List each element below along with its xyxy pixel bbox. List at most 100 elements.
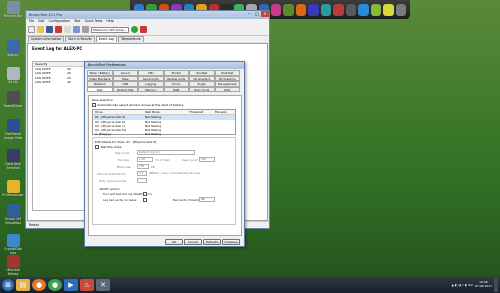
close-icon[interactable]: × [261,11,269,17]
maximize-icon[interactable]: □ [253,11,261,17]
desktop-icon[interactable]: FastStone Image View [2,119,24,140]
dialog-tab-disk[interactable]: Disk [87,86,113,92]
menu-item-test[interactable]: Test [74,19,80,24]
auto-select-checkbox[interactable] [92,103,96,107]
edit-details-label: Edit details for drive: 01 - [Physical d… [95,140,157,144]
dock-app-icon[interactable] [270,3,282,16]
start-button[interactable]: ⊞ [2,279,14,291]
firefox-icon[interactable]: ● [32,279,46,291]
play-icon[interactable] [131,26,138,33]
desktop-icon[interactable]: Oracle VM VirtualBox [2,204,24,225]
dock-app-icon[interactable] [320,3,332,16]
desktop-icon[interactable]: CrystalDisk Info [2,234,24,255]
dock-app-icon[interactable] [383,3,394,16]
desktop-icon-image [6,67,20,80]
dock-app-icon[interactable] [395,3,406,16]
block-size-input[interactable]: 256 [137,164,149,169]
chrome-icon[interactable]: ● [48,279,62,291]
menu-item-configuration[interactable]: Configuration [49,19,71,24]
drive-table: Drive Test Mode Threshold File size 01 - [P… [92,109,236,136]
dialog-tab-optical-disk[interactable]: Optical Disk [112,86,138,92]
dialog-button-defaults[interactable]: Defaults [203,239,221,245]
dock-app-icon[interactable] [370,3,382,16]
tab-temperature[interactable]: Temperature [118,36,144,42]
drive-table-header[interactable]: Test Mode [145,110,189,114]
window-title: BurnInTest V11 Pro [26,11,269,19]
options-icon[interactable] [82,26,89,33]
burnintest-icon[interactable]: ♨ [80,279,94,291]
test-preset-select[interactable]: Maximum CPU temp... [91,26,129,33]
dock-app-icon[interactable] [295,3,307,16]
menu-item-quick-tests[interactable]: Quick Tests [84,19,102,24]
slow-drive-input[interactable]: 4.0 [137,171,147,176]
dialog-button-cancel[interactable]: Cancel [184,239,202,245]
language-indicator[interactable]: RU [469,283,473,287]
event-list[interactable]: Severity LOG NOTE 20 LOG NOTE 20 LOG NOTE 20 L… [32,61,86,211]
minimize-icon[interactable]: – [245,11,253,17]
log-bad-sector-checkbox[interactable] [143,198,147,202]
test-mode-label: Test mode [115,151,130,155]
app-icon[interactable]: ✕ [96,279,110,291]
dock-app-icon[interactable] [333,3,344,16]
smart-checkbox[interactable] [143,192,147,196]
desktop-icon-image [6,149,20,162]
dialog-button-ok[interactable]: OK [165,239,183,245]
drive-table-header[interactable]: Threshold [189,110,215,114]
test-this-drive-label: Test this drive [100,145,122,149]
media-icon[interactable]: ▶ [64,279,78,291]
table-row[interactable]: LOG NOTE 20 [33,80,85,84]
menu-item-file[interactable]: File [29,19,34,24]
desktop-icon[interactable]: Speccy [2,40,24,58]
show-desktop-button[interactable] [494,278,498,292]
drive-table-header[interactable]: Drive [93,110,145,114]
tab-system-information[interactable]: System Information [28,36,65,42]
menu-item-help[interactable]: Help [106,19,113,24]
desktop-icon-label: Oracle VM VirtualBox [4,217,22,225]
desktop-icon[interactable]: IP-Messenger [2,180,24,198]
tray-icons[interactable]: ▲ ◐ ◑ ♪ ▮ [452,283,467,287]
smart-options-label: SMART options [99,187,120,191]
drive-details-group: Edit details for drive: 01 - [Physical d… [92,137,236,225]
desktop-icon[interactable]: Hard Disk Sentinel [2,149,24,170]
test-mode-select[interactable]: Default (Cyclic) [137,150,195,155]
save-icon[interactable] [46,26,53,33]
log-icon[interactable] [64,26,71,33]
clock[interactable]: 19:06 07.08.2017 [475,281,492,288]
desktop-icon-image [6,204,20,217]
dock-app-icon[interactable] [283,3,294,16]
seek-count-input[interactable]: 100 [199,157,215,162]
new-icon[interactable] [28,26,35,33]
dialog-tab-duty-cycle[interactable]: Duty Cycle [189,86,215,92]
test-this-drive-checkbox[interactable] [95,145,99,149]
dock-app-icon[interactable] [358,3,369,16]
disk-selection-label: Disk selection [92,98,113,102]
desktop-icon[interactable]: Ultimate Defrag [2,255,24,276]
dialog-tab-memory[interactable]: Memory [138,86,164,92]
config-icon[interactable] [73,26,80,33]
desktop-icon[interactable]: 64 bit [2,67,24,85]
dialog-button-help[interactable]: Справка [222,239,240,245]
file-size-input[interactable]: 1.00 [137,157,153,162]
desktop-icon[interactable]: Recycle Bin [2,1,24,19]
desktop-icon-image [6,180,20,193]
dock-app-icon[interactable] [345,3,357,16]
duty-cycle-input[interactable] [137,178,147,183]
tab-event-log[interactable]: Event Log [95,36,118,42]
drive-table-header[interactable]: File size [215,110,235,114]
bad-sector-threshold-label: Bad sector threshold [173,198,203,202]
stop-square-icon[interactable] [140,26,147,33]
dialog-tab-ram[interactable]: RAM [163,86,189,92]
severity-header[interactable]: Severity [35,62,47,66]
open-icon[interactable] [37,26,44,33]
dialog-tab-disk[interactable]: Disk [214,86,240,92]
tab-burn-in-results[interactable]: Burn In Results [65,36,95,42]
menu-item-edit[interactable]: Edit [38,19,44,24]
dock-app-icon[interactable] [308,3,319,16]
duty-cycle-label: Duty cycle override [99,179,127,183]
stop-icon[interactable] [55,26,62,33]
desktop-icon-label: Recycle Bin [3,14,23,18]
bad-sector-threshold-input[interactable]: 20 [199,197,215,202]
explorer-icon[interactable]: ▤ [16,279,30,291]
desktop-icon[interactable]: RocketDock [2,91,24,109]
file-size-label: File size [118,158,129,162]
